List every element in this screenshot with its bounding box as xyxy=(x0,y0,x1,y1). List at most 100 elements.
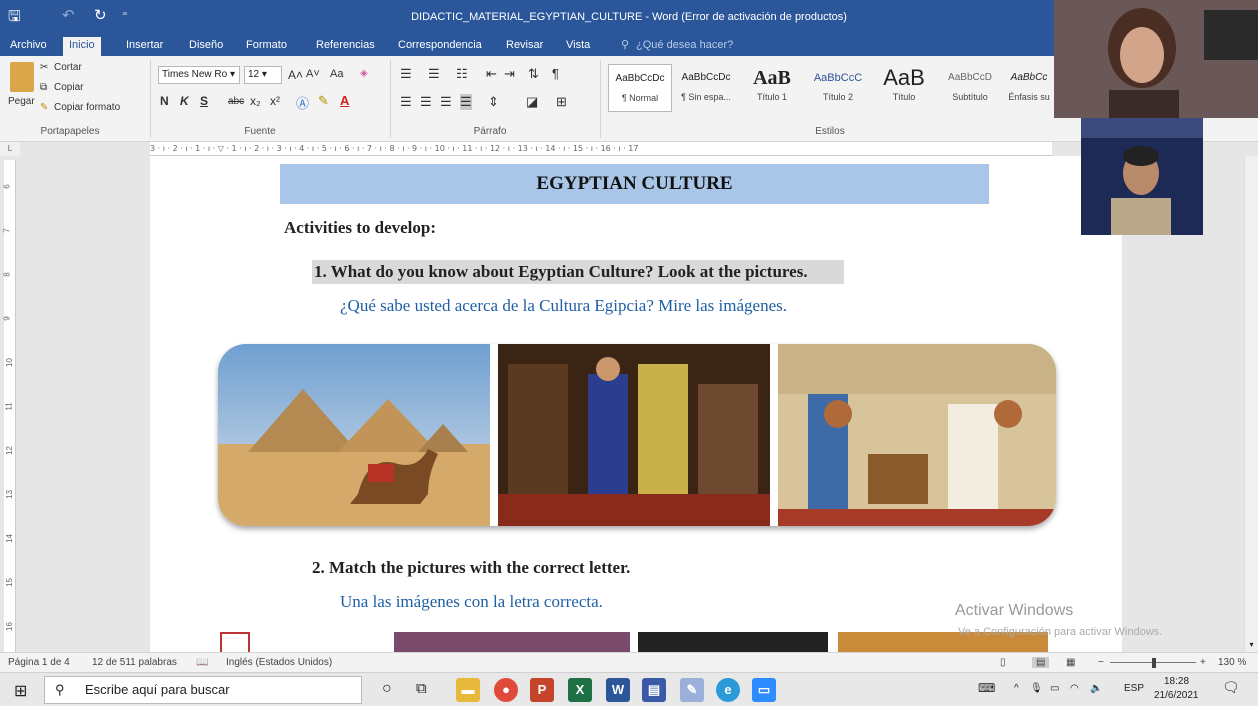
style-titulo-1[interactable]: AaB Título 1 xyxy=(740,64,804,112)
zoom-in-button[interactable]: + xyxy=(1200,657,1206,668)
hieroglyphs-photo xyxy=(778,344,1056,526)
paste-icon[interactable] xyxy=(10,62,34,92)
document-page[interactable]: EGYPTIAN CULTURE Activities to develop: … xyxy=(150,156,1122,652)
grow-font-icon[interactable]: A˄ xyxy=(288,68,303,82)
copy-button[interactable]: Copiar xyxy=(54,82,83,93)
justify-icon[interactable]: ☰ xyxy=(460,94,472,110)
web-layout-icon[interactable]: ▦ xyxy=(1066,657,1075,668)
shading-icon[interactable]: ◪ xyxy=(526,94,538,110)
paste-button[interactable]: Pegar xyxy=(8,96,35,107)
highlight-color-icon[interactable]: ✎ xyxy=(318,93,329,109)
decrease-indent-icon[interactable]: ⇤ xyxy=(486,66,497,82)
vertical-scrollbar[interactable]: ▾ xyxy=(1244,156,1258,652)
underline-button[interactable]: S xyxy=(200,94,208,108)
battery-icon[interactable]: ▭ xyxy=(1050,683,1059,694)
format-painter-button[interactable]: Copiar formato xyxy=(54,102,120,113)
wifi-icon[interactable]: ◠ xyxy=(1070,683,1079,694)
volume-icon[interactable]: 🔈 xyxy=(1090,683,1102,694)
zoom-app-icon[interactable]: ▭ xyxy=(752,678,776,702)
mic-icon[interactable]: 🎙 xyxy=(1030,683,1043,694)
paint-icon[interactable]: ✎ xyxy=(680,678,704,702)
align-right-icon[interactable]: ☰ xyxy=(440,94,452,110)
language-indicator-tray[interactable]: ESP xyxy=(1124,683,1144,694)
proofing-icon[interactable]: 📖 xyxy=(196,657,208,668)
superscript-button[interactable]: x² xyxy=(270,94,280,108)
style-enfasis-sutil[interactable]: AaBbCc Énfasis su xyxy=(1004,64,1054,112)
tab-revisar[interactable]: Revisar xyxy=(500,38,549,56)
style-normal[interactable]: AaBbCcDc ¶ Normal xyxy=(608,64,672,112)
style-name: ¶ Sin espa... xyxy=(681,92,731,102)
sort-icon[interactable]: ⇅ xyxy=(528,66,539,82)
clear-format-icon[interactable]: ◈ xyxy=(360,68,368,79)
vertical-ruler[interactable]: 6 7 8 9 10 11 12 13 14 15 16 xyxy=(3,160,16,652)
style-sin-espaciado[interactable]: AaBbCcDc ¶ Sin espa... xyxy=(674,64,738,112)
egypt-photo-strip[interactable] xyxy=(218,344,1056,526)
chrome-icon[interactable]: ● xyxy=(494,678,518,702)
font-size-value: 12 xyxy=(248,69,260,80)
letter-box[interactable] xyxy=(220,632,250,652)
italic-button[interactable]: K xyxy=(180,94,189,108)
numbering-icon[interactable]: ☰ xyxy=(428,66,440,82)
word-icon[interactable]: W xyxy=(606,678,630,702)
zoom-out-button[interactable]: − xyxy=(1098,657,1104,668)
style-subtitulo[interactable]: AaBbCcD Subtítulo xyxy=(938,64,1002,112)
style-titulo-2[interactable]: AaBbCcC Título 2 xyxy=(806,64,870,112)
tab-archivo[interactable]: Archivo xyxy=(4,38,53,56)
clock-date[interactable]: 21/6/2021 xyxy=(1154,690,1199,701)
page-count[interactable]: Página 1 de 4 xyxy=(8,657,70,668)
show-marks-icon[interactable]: ¶ xyxy=(552,66,559,81)
font-name-dropdown[interactable]: Times New Ro ▾ xyxy=(158,66,240,84)
windows-start-icon[interactable]: ⊞ xyxy=(14,681,27,701)
tab-vista[interactable]: Vista xyxy=(560,38,596,56)
line-spacing-icon[interactable]: ⇕ xyxy=(488,94,499,110)
style-titulo[interactable]: AaB Título xyxy=(872,64,936,112)
tab-selector[interactable]: L xyxy=(0,142,20,156)
cut-button[interactable]: Cortar xyxy=(54,62,82,73)
whiteboard-icon[interactable]: ▤ xyxy=(642,678,666,702)
taskbar-search[interactable]: ⚲ Escribe aquí para buscar xyxy=(44,676,362,704)
font-color-icon[interactable]: A xyxy=(340,93,349,108)
horizontal-ruler[interactable]: 3 · ı · 2 · ı · 1 · ı · ▽ · 1 · ı · 2 · … xyxy=(150,142,1052,156)
show-hidden-icons[interactable]: ^ xyxy=(1014,683,1019,694)
keyboard-icon[interactable]: ⌨ xyxy=(978,681,995,695)
zoom-level[interactable]: 130 % xyxy=(1218,657,1246,668)
notifications-icon[interactable]: 🗨 xyxy=(1222,679,1240,696)
align-left-icon[interactable]: ☰ xyxy=(400,94,412,110)
tab-diseno[interactable]: Diseño xyxy=(183,38,229,56)
clock-time[interactable]: 18:28 xyxy=(1164,676,1189,687)
tab-correspondencia[interactable]: Correspondencia xyxy=(392,38,488,56)
word-count[interactable]: 12 de 511 palabras xyxy=(92,657,177,668)
bullets-icon[interactable]: ☰ xyxy=(400,66,412,82)
shrink-font-icon[interactable]: A˅ xyxy=(306,68,320,80)
multilevel-list-icon[interactable]: ☷ xyxy=(456,66,468,82)
borders-icon[interactable]: ⊞ xyxy=(556,94,567,110)
print-layout-icon[interactable]: ▤ xyxy=(1032,657,1050,668)
cortana-icon[interactable]: ○ xyxy=(382,680,392,698)
tell-me-box[interactable]: ¿Qué desea hacer? xyxy=(630,38,739,56)
change-case-button[interactable]: Aa xyxy=(330,68,343,80)
tab-insertar[interactable]: Insertar xyxy=(120,38,169,56)
subscript-button[interactable]: x₂ xyxy=(250,94,261,108)
excel-icon[interactable]: X xyxy=(568,678,592,702)
cut-icon[interactable]: ✂ xyxy=(40,62,48,73)
align-center-icon[interactable]: ☰ xyxy=(420,94,432,110)
zoom-slider-thumb[interactable] xyxy=(1152,658,1156,668)
font-size-dropdown[interactable]: 12 ▾ xyxy=(244,66,282,84)
text-effects-icon[interactable]: Ⓐ xyxy=(296,93,309,112)
powerpoint-icon[interactable]: P xyxy=(530,678,554,702)
language-indicator[interactable]: Inglés (Estados Unidos) xyxy=(226,657,332,668)
tab-formato[interactable]: Formato xyxy=(240,38,293,56)
task-view-icon[interactable]: ⧉ xyxy=(416,680,427,697)
copy-icon[interactable]: ⧉ xyxy=(40,82,47,93)
increase-indent-icon[interactable]: ⇥ xyxy=(504,66,515,82)
format-painter-icon[interactable]: ✎ xyxy=(40,102,48,113)
scroll-down-icon[interactable]: ▾ xyxy=(1246,640,1257,650)
tab-referencias[interactable]: Referencias xyxy=(310,38,381,56)
edge-icon[interactable]: e xyxy=(716,678,740,702)
tab-inicio[interactable]: Inicio xyxy=(63,37,101,56)
file-explorer-icon[interactable]: ▬ xyxy=(456,678,480,702)
strikethrough-button[interactable]: abc xyxy=(228,96,244,107)
bold-button[interactable]: N xyxy=(160,94,169,108)
read-mode-icon[interactable]: ▯ xyxy=(1000,657,1006,668)
ruler-number: 15 xyxy=(4,578,14,587)
